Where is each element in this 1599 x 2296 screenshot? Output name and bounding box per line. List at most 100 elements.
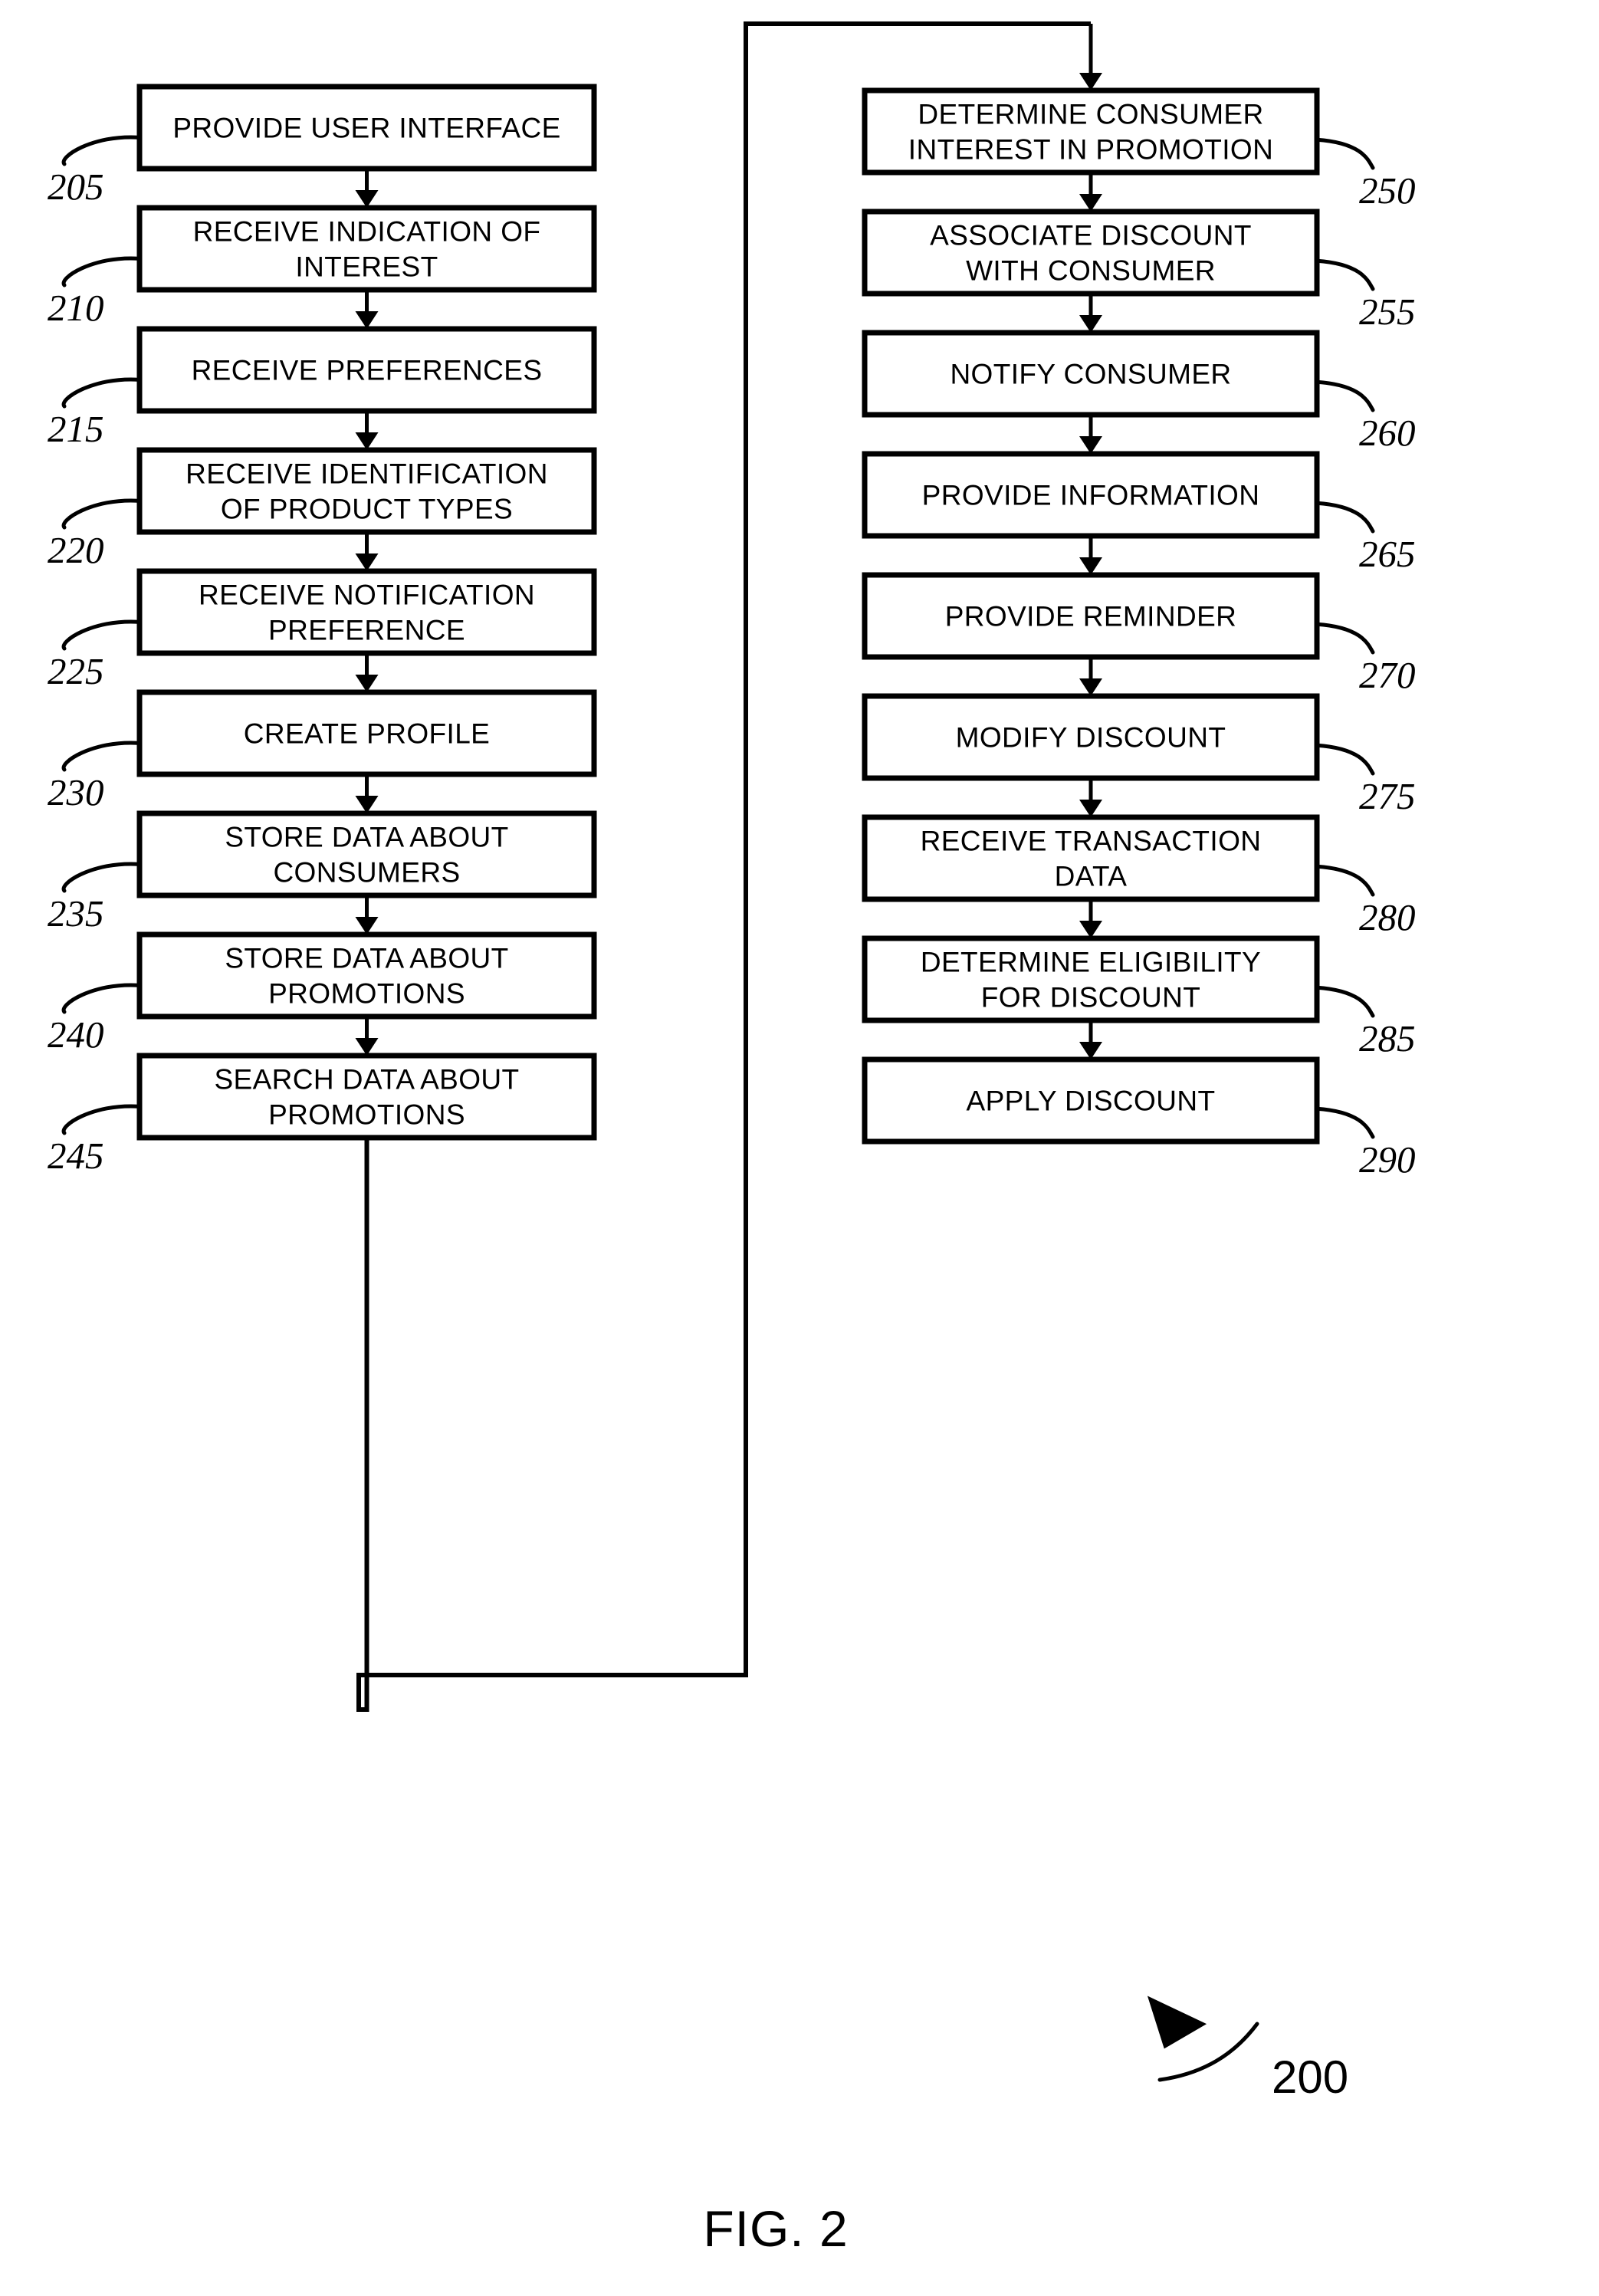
overall-ref-arrowhead — [1147, 1995, 1207, 2049]
ref-num-text-275: 275 — [1359, 775, 1416, 817]
leader-line-230 — [61, 741, 142, 772]
flow-arrow-240-to-245 — [355, 1017, 379, 1056]
ref-num-text-225: 225 — [48, 650, 104, 692]
reference-numeral-265: 265 — [1315, 501, 1416, 575]
leader-line-270 — [1315, 622, 1375, 655]
process-box-225: RECEIVE NOTIFICATION PREFERENCE — [136, 568, 597, 656]
flow-arrow-215-to-220 — [355, 411, 379, 450]
leader-line-225 — [61, 619, 142, 651]
process-box-280: RECEIVE TRANSACTION DATA — [862, 814, 1320, 902]
process-box-255: ASSOCIATE DISCOUNT WITH CONSUMER — [862, 209, 1320, 297]
process-box-220: RECEIVE IDENTIFICATION OF PRODUCT TYPES — [136, 447, 597, 535]
figure-overall-ref: 200 — [1272, 2051, 1348, 2103]
leader-line-205 — [61, 135, 142, 166]
box-label-285-line2: FOR DISCOUNT — [981, 982, 1200, 1013]
flow-arrow-255-to-260 — [1079, 294, 1102, 333]
ref-num-text-265: 265 — [1359, 533, 1416, 575]
reference-numeral-220: 220 — [48, 498, 142, 571]
box-label-235-line1: STORE DATA ABOUT — [225, 822, 508, 853]
ref-num-text-260: 260 — [1359, 412, 1416, 454]
reference-numeral-245: 245 — [48, 1104, 142, 1177]
leader-line-250 — [1315, 137, 1375, 170]
process-box-235: STORE DATA ABOUT CONSUMERS — [136, 810, 597, 898]
ref-num-text-215: 215 — [48, 408, 104, 450]
process-box-250: DETERMINE CONSUMER INTEREST IN PROMOTION — [862, 87, 1320, 176]
box-label-240-line2: PROMOTIONS — [268, 978, 465, 1010]
right-column-group: DETERMINE CONSUMER INTEREST IN PROMOTION A… — [862, 87, 1320, 1145]
box-label-270-line1: PROVIDE REMINDER — [945, 601, 1237, 632]
flow-arrow-250-to-255 — [1079, 172, 1102, 212]
process-box-265: PROVIDE INFORMATION — [862, 451, 1320, 539]
ref-num-text-235: 235 — [48, 892, 104, 934]
box-label-220-line1: RECEIVE IDENTIFICATION — [186, 458, 548, 490]
leader-line-210 — [61, 256, 142, 287]
ref-num-text-220: 220 — [48, 529, 104, 571]
leader-line-285 — [1315, 985, 1375, 1018]
leader-line-260 — [1315, 379, 1375, 412]
figure-overall-callout: 200 — [1147, 1995, 1348, 2103]
box-label-255-line1: ASSOCIATE DISCOUNT — [930, 220, 1252, 251]
reference-numeral-240: 240 — [48, 983, 142, 1056]
reference-numeral-210: 210 — [48, 256, 142, 329]
box-label-255-line2: WITH CONSUMER — [966, 255, 1216, 287]
ref-num-text-210: 210 — [48, 287, 104, 329]
flow-arrow-265-to-270 — [1079, 536, 1102, 575]
ref-num-text-250: 250 — [1359, 169, 1416, 212]
process-box-230: CREATE PROFILE — [136, 689, 597, 777]
figure-caption: FIG. 2 — [703, 2200, 848, 2257]
flow-arrow-280-to-285 — [1079, 899, 1102, 938]
ref-num-text-230: 230 — [48, 771, 104, 813]
leader-line-245 — [61, 1104, 142, 1135]
box-label-250-line2: INTEREST IN PROMOTION — [908, 134, 1273, 166]
ref-num-text-290: 290 — [1359, 1138, 1416, 1181]
leader-line-265 — [1315, 501, 1375, 534]
box-label-235-line2: CONSUMERS — [273, 857, 460, 889]
ref-num-text-245: 245 — [48, 1135, 104, 1177]
process-box-275: MODIFY DISCOUNT — [862, 693, 1320, 781]
box-label-225-line2: PREFERENCE — [268, 615, 465, 646]
leader-line-275 — [1315, 743, 1375, 776]
box-label-205-line1: PROVIDE USER INTERFACE — [172, 113, 560, 144]
reference-numeral-290: 290 — [1315, 1106, 1416, 1181]
left-column-group: PROVIDE USER INTERFACE RECEIVE INDICATION… — [136, 84, 597, 1141]
process-box-205: PROVIDE USER INTERFACE — [136, 84, 597, 172]
box-label-210-line2: INTEREST — [295, 251, 438, 283]
process-box-285: DETERMINE ELIGIBILITY FOR DISCOUNT — [862, 935, 1320, 1023]
leader-line-240 — [61, 983, 142, 1014]
leader-line-290 — [1315, 1106, 1375, 1139]
box-label-265-line1: PROVIDE INFORMATION — [922, 480, 1260, 511]
process-box-215: RECEIVE PREFERENCES — [136, 326, 597, 414]
box-label-230-line1: CREATE PROFILE — [244, 718, 491, 750]
patent-figure: PROVIDE USER INTERFACE RECEIVE INDICATION… — [0, 0, 1599, 2296]
process-box-240: STORE DATA ABOUT PROMOTIONS — [136, 931, 597, 1020]
process-box-270: PROVIDE REMINDER — [862, 572, 1320, 660]
ref-num-text-280: 280 — [1359, 896, 1416, 938]
flow-arrow-230-to-235 — [355, 774, 379, 813]
box-label-280-line1: RECEIVE TRANSACTION — [921, 826, 1262, 857]
leader-line-220 — [61, 498, 142, 530]
flow-arrow-275-to-280 — [1079, 778, 1102, 817]
leader-line-280 — [1315, 864, 1375, 897]
flow-arrow-220-to-225 — [355, 532, 379, 571]
reference-numeral-215: 215 — [48, 377, 142, 450]
ref-num-text-240: 240 — [48, 1013, 104, 1056]
ref-num-text-285: 285 — [1359, 1017, 1416, 1059]
flow-arrow-260-to-265 — [1079, 415, 1102, 454]
process-box-245: SEARCH DATA ABOUT PROMOTIONS — [136, 1053, 597, 1141]
box-label-240-line1: STORE DATA ABOUT — [225, 943, 508, 974]
reference-numeral-255: 255 — [1315, 258, 1416, 333]
box-label-220-line2: OF PRODUCT TYPES — [221, 494, 513, 525]
process-box-210: RECEIVE INDICATION OFINTEREST — [136, 205, 597, 293]
reference-numeral-280: 280 — [1315, 864, 1416, 938]
box-label-245-line2: PROMOTIONS — [268, 1099, 465, 1131]
flow-arrow-225-to-230 — [355, 653, 379, 692]
box-label-275-line1: MODIFY DISCOUNT — [956, 722, 1226, 754]
box-label-225-line1: RECEIVE NOTIFICATION — [199, 580, 535, 611]
box-label-280-line2: DATA — [1055, 861, 1128, 892]
ref-num-text-255: 255 — [1359, 291, 1416, 333]
flow-arrow-270-to-275 — [1079, 657, 1102, 696]
box-label-245-line1: SEARCH DATA ABOUT — [214, 1064, 519, 1095]
reference-numeral-205: 205 — [48, 135, 142, 208]
reference-numeral-270: 270 — [1315, 622, 1416, 696]
box-label-285-line1: DETERMINE ELIGIBILITY — [921, 947, 1261, 978]
